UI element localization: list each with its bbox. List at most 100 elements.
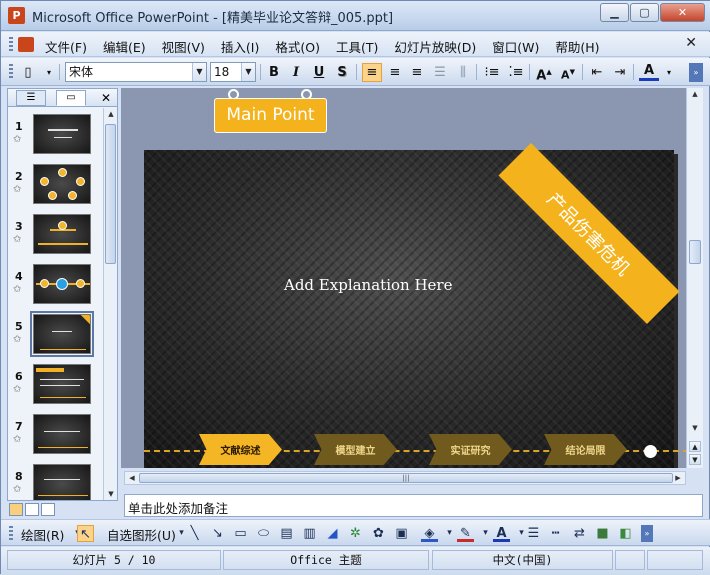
chevron-down-icon[interactable]: ▾ [441, 525, 458, 542]
numbered-list-icon[interactable]: ⁝≡ [482, 63, 502, 82]
scroll-down-icon[interactable]: ▼ [104, 490, 118, 498]
slide-thumbnail[interactable]: 6 ✩ [8, 364, 103, 412]
toolbar-overflow-icon[interactable]: » [641, 525, 653, 542]
decrease-font-icon[interactable]: A▼ [558, 63, 578, 82]
3d-style-icon[interactable]: ◧ [617, 525, 634, 542]
clip-art-icon[interactable]: ✿ [370, 525, 387, 542]
align-left-icon[interactable]: ≡ [362, 63, 382, 82]
underline-button[interactable]: U [309, 63, 329, 82]
menu-tools[interactable]: 工具(T) [336, 37, 378, 56]
toolbar-grip[interactable] [9, 37, 13, 52]
font-size-select[interactable]: 18 ▼ [210, 62, 256, 82]
distribute-icon[interactable]: ☰ [430, 63, 450, 82]
bullet-list-icon[interactable]: ⁚≡ [506, 63, 526, 82]
slide-thumbnail[interactable]: 2 ✩ [8, 164, 103, 212]
scroll-right-icon[interactable]: ▶ [671, 474, 685, 482]
increase-font-icon[interactable]: A▲ [534, 63, 554, 83]
main-point-label[interactable]: Main Point [214, 98, 327, 133]
autoshapes-menu-button[interactable]: 自选图形(U) [107, 525, 176, 544]
bold-button[interactable]: B [264, 63, 284, 82]
tab-outline[interactable]: ☰ [16, 90, 46, 106]
italic-button[interactable]: I [286, 63, 306, 82]
scroll-up-icon[interactable]: ▲ [104, 110, 118, 118]
maximize-button[interactable]: ▢ [630, 3, 659, 22]
slide-thumbnail[interactable]: 4 ✩ [8, 264, 103, 312]
scroll-thumb[interactable] [105, 124, 116, 264]
chevron-down-icon[interactable]: ▾ [659, 63, 679, 82]
tab-slides[interactable]: ▭ [56, 90, 86, 106]
slide-thumbnail[interactable]: 7 ✩ [8, 414, 103, 462]
wordart-icon[interactable]: ◢ [324, 525, 341, 542]
slide-thumbnail[interactable]: 3 ✩ [8, 214, 103, 262]
slide-thumbnail[interactable]: 8 ✩ [8, 464, 103, 500]
increase-indent-icon[interactable]: ⇥ [610, 63, 630, 82]
dash-style-icon[interactable]: ┅ [547, 525, 564, 542]
menu-help[interactable]: 帮助(H) [555, 37, 599, 56]
normal-view-icon[interactable] [9, 503, 23, 516]
chevron-down-icon[interactable]: ▼ [241, 63, 255, 81]
next-slide-icon[interactable]: ▼ [689, 454, 701, 465]
decrease-indent-icon[interactable]: ⇤ [587, 63, 607, 82]
scroll-thumb[interactable] [689, 240, 701, 264]
line-tool-icon[interactable]: ╲ [186, 525, 203, 542]
toolbar-options-icon[interactable]: ▾ [39, 63, 59, 82]
shadow-button[interactable]: S [332, 63, 352, 82]
textbox-tool-icon[interactable]: ▤ [278, 525, 295, 542]
menu-slideshow[interactable]: 幻灯片放映(D) [394, 37, 476, 56]
previous-slide-icon[interactable]: ▲ [689, 441, 701, 452]
chevron-down-icon[interactable]: ▾ [477, 525, 494, 542]
select-pointer-icon[interactable]: ↖ [77, 525, 94, 542]
slide-vertical-scrollbar[interactable]: ▲ ▼ ▲ ▼ [686, 88, 703, 468]
slide-thumbnail-selected[interactable]: 5 ✩ [8, 311, 103, 362]
fill-color-icon[interactable]: ◈ [421, 525, 438, 542]
slide-sorter-view-icon[interactable] [25, 503, 39, 516]
slideshow-view-icon[interactable] [41, 503, 55, 516]
line-style-icon[interactable]: ☰ [525, 525, 542, 542]
shadow-style-icon[interactable]: ■ [594, 525, 611, 542]
arrow-tool-icon[interactable]: ↘ [209, 525, 226, 542]
menu-format[interactable]: 格式(O) [275, 37, 320, 56]
notes-pane[interactable]: 单击此处添加备注 [124, 494, 703, 517]
current-slide[interactable]: Add Explanation Here 文献综述 模型建立 实证研究 结论局限 [144, 150, 686, 468]
slide-thumbnail[interactable]: 1 ✩ [8, 114, 103, 162]
slide-editing-area[interactable]: Add Explanation Here 文献综述 模型建立 实证研究 结论局限… [121, 88, 686, 468]
slide-step-4[interactable]: 结论局限 [544, 434, 627, 465]
slide-explanation-text[interactable]: Add Explanation Here [284, 276, 452, 294]
font-color-icon[interactable]: A [493, 525, 510, 542]
close-document-button[interactable]: ✕ [685, 35, 697, 51]
document-icon[interactable] [18, 37, 34, 52]
toolbar-overflow-icon[interactable]: » [689, 63, 703, 82]
arrow-style-icon[interactable]: ⇄ [571, 525, 588, 542]
diagram-icon[interactable]: ✲ [347, 525, 364, 542]
toolbar-grip[interactable] [9, 64, 13, 79]
slide-step-1[interactable]: 文献综述 [199, 434, 282, 465]
align-right-icon[interactable]: ≡ [407, 63, 427, 82]
chevron-down-icon[interactable]: ▼ [192, 63, 206, 81]
new-document-icon[interactable]: ▯ [18, 63, 38, 82]
menu-insert[interactable]: 插入(I) [221, 37, 259, 56]
rectangle-tool-icon[interactable]: ▭ [232, 525, 249, 542]
font-name-select[interactable]: 宋体 ▼ [65, 62, 207, 82]
toolbar-grip[interactable] [9, 526, 13, 541]
font-color-button[interactable]: A [639, 63, 659, 81]
close-window-button[interactable]: ✕ [660, 3, 705, 22]
menu-window[interactable]: 窗口(W) [492, 37, 539, 56]
slide-step-2[interactable]: 模型建立 [314, 434, 397, 465]
align-center-icon[interactable]: ≡ [385, 63, 405, 82]
scroll-left-icon[interactable]: ◀ [125, 474, 139, 482]
insert-picture-icon[interactable]: ▣ [393, 525, 410, 542]
minimize-button[interactable]: ▁ [600, 3, 629, 22]
scroll-thumb[interactable]: ||| [139, 473, 673, 483]
menu-edit[interactable]: 编辑(E) [103, 37, 146, 56]
scroll-down-icon[interactable]: ▼ [688, 424, 702, 432]
slide-horizontal-scrollbar[interactable]: ◀ ||| ▶ [124, 471, 686, 485]
slide-step-3[interactable]: 实证研究 [429, 434, 512, 465]
slides-panel-scrollbar[interactable]: ▲ ▼ [103, 108, 117, 500]
line-color-icon[interactable]: ✎ [457, 525, 474, 542]
oval-tool-icon[interactable]: ⬭ [255, 525, 272, 542]
vertical-textbox-icon[interactable]: ▥ [301, 525, 318, 542]
menu-file[interactable]: 文件(F) [45, 37, 87, 56]
scroll-up-icon[interactable]: ▲ [688, 90, 702, 98]
menu-view[interactable]: 视图(V) [162, 37, 205, 56]
columns-icon[interactable]: ⫼ [453, 63, 473, 82]
